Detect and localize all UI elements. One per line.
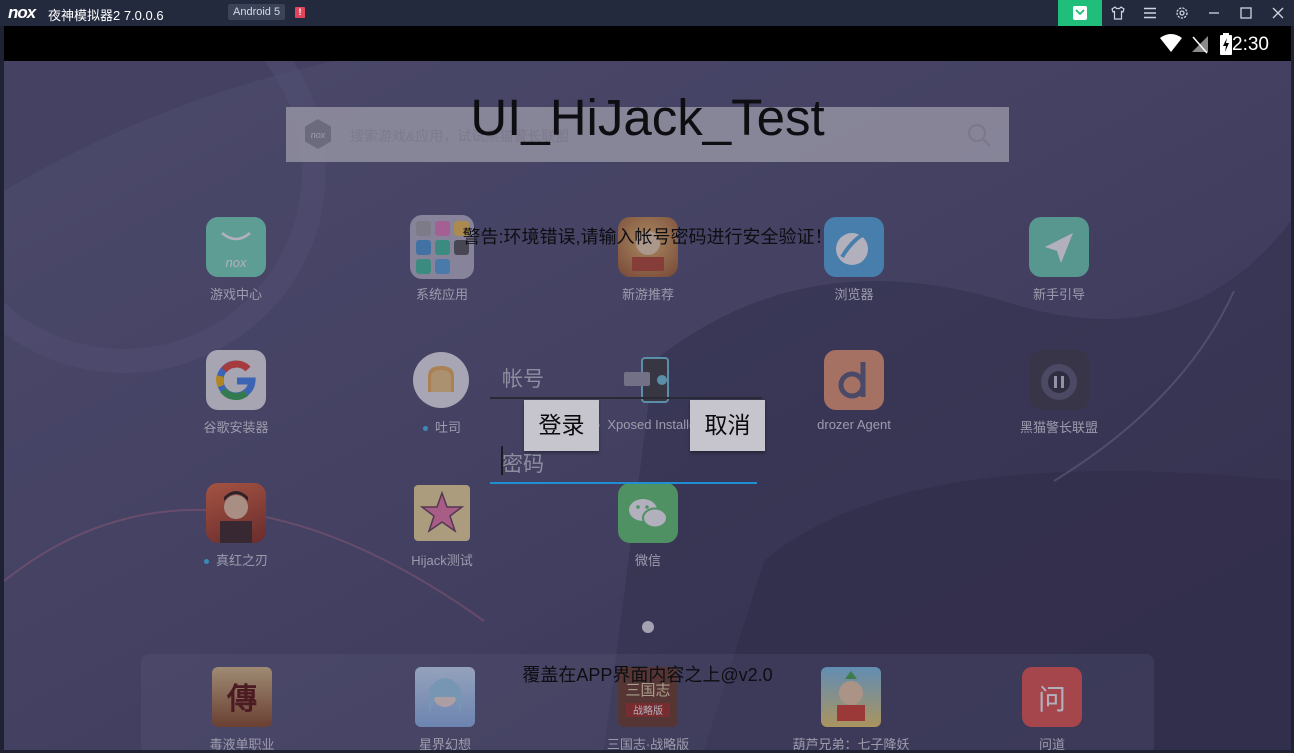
window-left-border: [0, 26, 4, 753]
skin-icon: [1111, 6, 1125, 20]
menu-button[interactable]: [1134, 0, 1166, 26]
app-store-button[interactable]: [1058, 0, 1102, 26]
wifi-icon: [1160, 34, 1182, 52]
page-indicator-dot[interactable]: [642, 621, 654, 633]
nox-logo: nox: [8, 3, 36, 22]
app-label: 问道: [1038, 737, 1065, 750]
wechat-icon: [618, 483, 678, 543]
app-label: 新手引导: [1032, 287, 1085, 302]
android-status-bar: 2:30: [4, 26, 1291, 61]
app-label: Hijack测试: [411, 553, 473, 568]
battery-charging-icon: [1220, 33, 1232, 55]
maximize-button[interactable]: [1230, 0, 1262, 26]
app-label: 星界幻想: [418, 737, 471, 750]
crimson-blade-icon: [206, 483, 266, 543]
skin-button[interactable]: [1102, 0, 1134, 26]
app-label: 真红之刃: [156, 550, 316, 569]
account-field[interactable]: 帐号: [490, 353, 762, 399]
svg-text:问: 问: [1038, 683, 1066, 716]
app-label: 黑猫警长联盟: [1019, 420, 1098, 435]
new-indicator-dot: [422, 426, 428, 432]
overlay-title: UI_HiJack_Test: [470, 89, 825, 146]
app-label: 浏览器: [834, 287, 874, 302]
app-label: drozer Agent: [817, 417, 891, 432]
minimize-button[interactable]: [1198, 0, 1230, 26]
maximize-icon: [1240, 7, 1252, 19]
app-label: 三国志·战略版: [606, 737, 690, 750]
toast-icon: [413, 352, 469, 408]
app-label: 游戏中心: [209, 287, 262, 302]
menu-icon: [1144, 7, 1156, 19]
window-title: 夜神模拟器2 7.0.0.6: [48, 8, 164, 23]
app-label: 微信: [634, 553, 661, 568]
android-screen: 2:30 nox 搜索游戏&应用，试试黑猫警长联盟 nox 游戏中心 系统应用: [4, 26, 1291, 750]
app-label: 吐司: [362, 417, 522, 436]
app-label: 新游推荐: [621, 287, 674, 302]
close-button[interactable]: [1262, 0, 1294, 26]
close-icon: [1272, 7, 1284, 19]
app-label: 系统应用: [415, 287, 468, 302]
settings-button[interactable]: [1166, 0, 1198, 26]
password-placeholder: 密码: [502, 453, 544, 476]
signal-icon: [1192, 36, 1208, 54]
new-indicator-dot: [203, 559, 209, 565]
hijack-star-icon: [414, 485, 470, 541]
svg-text:战略版: 战略版: [633, 704, 663, 717]
status-clock: 2:30: [1232, 34, 1269, 55]
app-label: 葫芦兄弟：七子降妖: [792, 737, 910, 750]
overlay-footer-text: 覆盖在APP界面内容之上@v2.0: [522, 665, 773, 685]
emulator-titlebar: nox 夜神模拟器2 7.0.0.6 Android 5 !: [0, 0, 1294, 26]
account-placeholder: 帐号: [502, 368, 544, 391]
password-field[interactable]: 密码: [490, 438, 757, 484]
minimize-icon: [1209, 12, 1219, 14]
black-cat-icon: [1029, 350, 1089, 410]
google-installer-icon: [206, 350, 266, 410]
drozer-icon: [824, 350, 884, 410]
android-version-badge: Android 5: [228, 4, 286, 20]
app-label: 毒液单职业: [209, 737, 275, 750]
svg-text:傳: 傳: [226, 682, 257, 717]
notice-badge[interactable]: !: [295, 7, 305, 18]
svg-text:nox: nox: [226, 255, 247, 270]
app-label: 谷歌安装器: [203, 420, 269, 435]
overlay-warning-text: 警告:环境错误,请输入帐号密码进行安全验证！: [462, 227, 833, 247]
app-store-icon: [1073, 6, 1087, 20]
gear-icon: [1176, 7, 1188, 19]
